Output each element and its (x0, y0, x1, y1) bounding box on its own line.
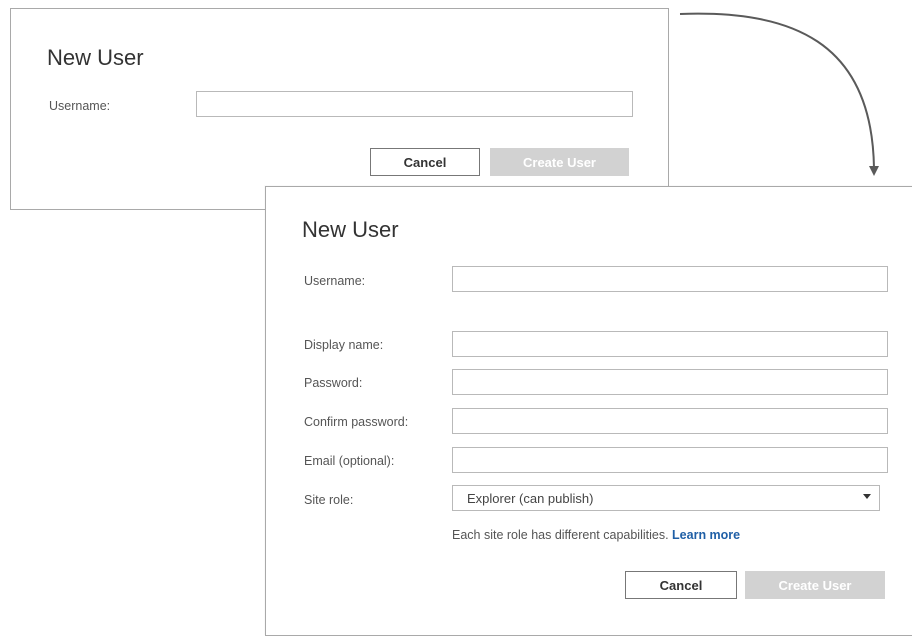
new-user-dialog-small: New User Username: Cancel Create User (10, 8, 669, 210)
confirm-password-input[interactable] (452, 408, 888, 434)
create-user-button[interactable]: Create User (745, 571, 885, 599)
password-input[interactable] (452, 369, 888, 395)
site-role-hint: Each site role has different capabilitie… (452, 528, 740, 542)
display-name-input[interactable] (452, 331, 888, 357)
email-label: Email (optional): (304, 454, 395, 468)
username-label: Username: (49, 99, 111, 113)
username-input[interactable] (452, 266, 888, 292)
password-label: Password: (304, 376, 363, 390)
email-input[interactable] (452, 447, 888, 473)
cancel-button[interactable]: Cancel (625, 571, 737, 599)
cancel-button[interactable]: Cancel (370, 148, 480, 176)
username-label: Username: (304, 274, 366, 288)
site-role-hint-text: Each site role has different capabilitie… (452, 528, 669, 542)
site-role-label: Site role: (304, 493, 354, 507)
display-name-label: Display name: (304, 338, 384, 352)
learn-more-link[interactable]: Learn more (672, 528, 740, 542)
confirm-password-label: Confirm password: (304, 415, 409, 429)
new-user-dialog-expanded: New User Username: Display name: Passwor… (265, 186, 912, 636)
caret-down-icon (863, 494, 871, 499)
site-role-selected-value: Explorer (can publish) (467, 490, 594, 506)
dialog-title: New User (302, 217, 399, 242)
dialog-title: New User (47, 45, 144, 70)
username-input[interactable] (196, 91, 633, 117)
create-user-button[interactable]: Create User (490, 148, 629, 176)
site-role-select[interactable]: Explorer (can publish) (452, 485, 880, 511)
